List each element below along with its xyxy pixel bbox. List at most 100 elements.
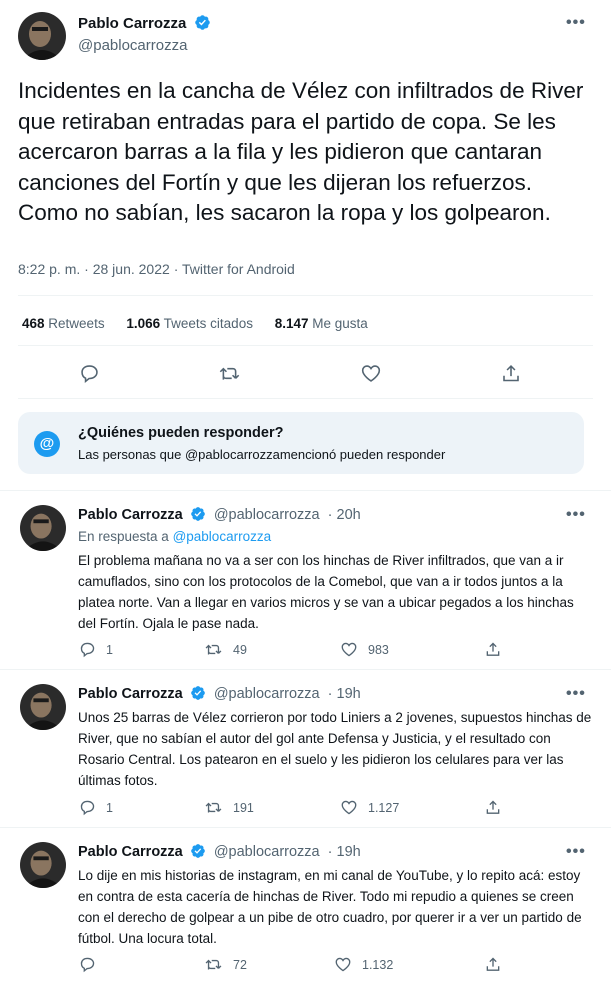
retweet-icon [218, 363, 241, 384]
verified-badge-icon [190, 506, 206, 526]
author-name[interactable]: Pablo Carrozza [78, 507, 183, 523]
meta-separator: · [173, 261, 179, 277]
divider [18, 295, 593, 296]
reply-header: Pablo Carrozza @pablocarrozza · 19h [78, 685, 361, 705]
retweets-label: Retweets [48, 316, 105, 331]
share-button[interactable] [484, 641, 502, 658]
likes-stat[interactable]: 8.147 Me gusta [275, 316, 368, 331]
reply-tweet[interactable]: Pablo Carrozza @pablocarrozza · 19h ••• … [0, 670, 611, 827]
mention-icon: @ [34, 431, 60, 457]
author-avatar[interactable] [20, 842, 66, 888]
like-count: 1.127 [368, 800, 400, 815]
like-button[interactable]: 1.127 [340, 799, 399, 816]
tweet-meta: 8:22 p. m. · 28 jun. 2022 · Twitter for … [18, 261, 295, 277]
share-icon [484, 641, 502, 658]
tweet-text: Incidentes en la cancha de Vélez con inf… [18, 78, 584, 225]
heart-icon [340, 641, 358, 658]
reply-icon [79, 363, 100, 384]
more-options-icon[interactable]: ••• [566, 14, 586, 32]
reply-count: 1 [106, 642, 113, 657]
retweet-button[interactable]: 191 [204, 799, 254, 816]
retweet-icon [204, 641, 223, 658]
reply-time[interactable]: · 19h [328, 686, 361, 702]
quotes-stat[interactable]: 1.066 Tweets citados [126, 316, 253, 331]
divider [18, 398, 593, 399]
replying-to: En respuesta a @pablocarrozza [78, 529, 271, 544]
more-options-icon[interactable]: ••• [566, 843, 586, 861]
author-name[interactable]: Pablo Carrozza [78, 15, 186, 32]
author-name-row: Pablo Carrozza [78, 14, 211, 36]
retweet-button[interactable]: 49 [204, 641, 247, 658]
reply-time[interactable]: · 20h [328, 507, 361, 523]
who-can-reply-title: ¿Quiénes pueden responder? [78, 425, 284, 441]
author-handle[interactable]: @pablocarrozza [214, 844, 320, 860]
author-handle[interactable]: @pablocarrozza [214, 507, 320, 523]
share-button[interactable] [484, 799, 502, 816]
replying-to-prefix: En respuesta a [78, 529, 169, 544]
author-avatar[interactable] [20, 505, 66, 551]
divider [18, 345, 593, 346]
reply-header: Pablo Carrozza @pablocarrozza · 20h [78, 506, 361, 526]
replying-to-mention[interactable]: @pablocarrozza [173, 529, 272, 544]
author-avatar[interactable] [20, 684, 66, 730]
retweet-count: 49 [233, 642, 247, 657]
tweet-stats: 468 Retweets 1.066 Tweets citados 8.147 … [22, 316, 368, 331]
author-avatar[interactable] [18, 12, 66, 60]
reply-tweet[interactable]: Pablo Carrozza @pablocarrozza · 19h ••• … [0, 828, 611, 985]
reply-button[interactable] [79, 956, 96, 973]
share-icon [484, 799, 502, 816]
tweet-date[interactable]: 28 jun. 2022 [93, 261, 170, 277]
more-options-icon[interactable]: ••• [566, 506, 586, 524]
verified-badge-icon [194, 14, 211, 36]
retweets-stat[interactable]: 468 Retweets [22, 316, 105, 331]
quotes-count: 1.066 [126, 316, 161, 331]
main-tweet: Pablo Carrozza @pablocarrozza ••• Incide… [0, 0, 611, 490]
who-can-reply-subtitle: Las personas que @pablocarrozzamencionó … [78, 447, 446, 462]
retweet-button[interactable] [218, 363, 241, 384]
retweet-count: 191 [233, 800, 254, 815]
retweet-count: 72 [233, 957, 247, 972]
heart-icon [334, 956, 352, 973]
author-handle[interactable]: @pablocarrozza [214, 686, 320, 702]
retweet-button[interactable]: 72 [204, 956, 247, 973]
verified-badge-icon [190, 843, 206, 863]
meta-separator: · [84, 261, 89, 277]
who-can-reply-notice: @ ¿Quiénes pueden responder? Las persona… [18, 412, 584, 474]
like-button[interactable]: 1.132 [334, 956, 393, 973]
share-button[interactable] [484, 956, 502, 973]
retweet-icon [204, 956, 223, 973]
share-button[interactable] [500, 363, 522, 384]
reply-button[interactable] [79, 363, 100, 384]
verified-badge-icon [190, 685, 206, 705]
reply-icon [79, 956, 96, 973]
like-button[interactable] [360, 363, 382, 384]
reply-time[interactable]: · 19h [328, 844, 361, 860]
heart-icon [340, 799, 358, 816]
like-count: 1.132 [362, 957, 394, 972]
reply-tweet[interactable]: Pablo Carrozza @pablocarrozza · 20h ••• … [0, 491, 611, 669]
tweet-time[interactable]: 8:22 p. m. [18, 261, 80, 277]
reply-icon [79, 799, 96, 816]
likes-count: 8.147 [274, 316, 309, 331]
reply-text: El problema mañana no va a ser con los h… [78, 553, 574, 631]
retweets-count: 468 [22, 316, 45, 331]
reply-text: Unos 25 barras de Vélez corrieron por to… [78, 710, 592, 788]
reply-header: Pablo Carrozza @pablocarrozza · 19h [78, 843, 361, 863]
reply-button[interactable]: 1 [79, 641, 113, 658]
likes-label: Me gusta [312, 316, 368, 331]
author-handle[interactable]: @pablocarrozza [78, 37, 187, 54]
heart-icon [360, 363, 382, 384]
retweet-icon [204, 799, 223, 816]
reply-icon [79, 641, 96, 658]
author-name[interactable]: Pablo Carrozza [78, 686, 183, 702]
like-count: 983 [368, 642, 389, 657]
more-options-icon[interactable]: ••• [566, 685, 586, 703]
reply-count: 1 [106, 800, 113, 815]
reply-text: Lo dije en mis historias de instagram, e… [78, 868, 582, 946]
author-name[interactable]: Pablo Carrozza [78, 844, 183, 860]
share-icon [500, 363, 522, 384]
reply-button[interactable]: 1 [79, 799, 113, 816]
like-button[interactable]: 983 [340, 641, 389, 658]
share-icon [484, 956, 502, 973]
tweet-source[interactable]: Twitter for Android [182, 261, 295, 277]
